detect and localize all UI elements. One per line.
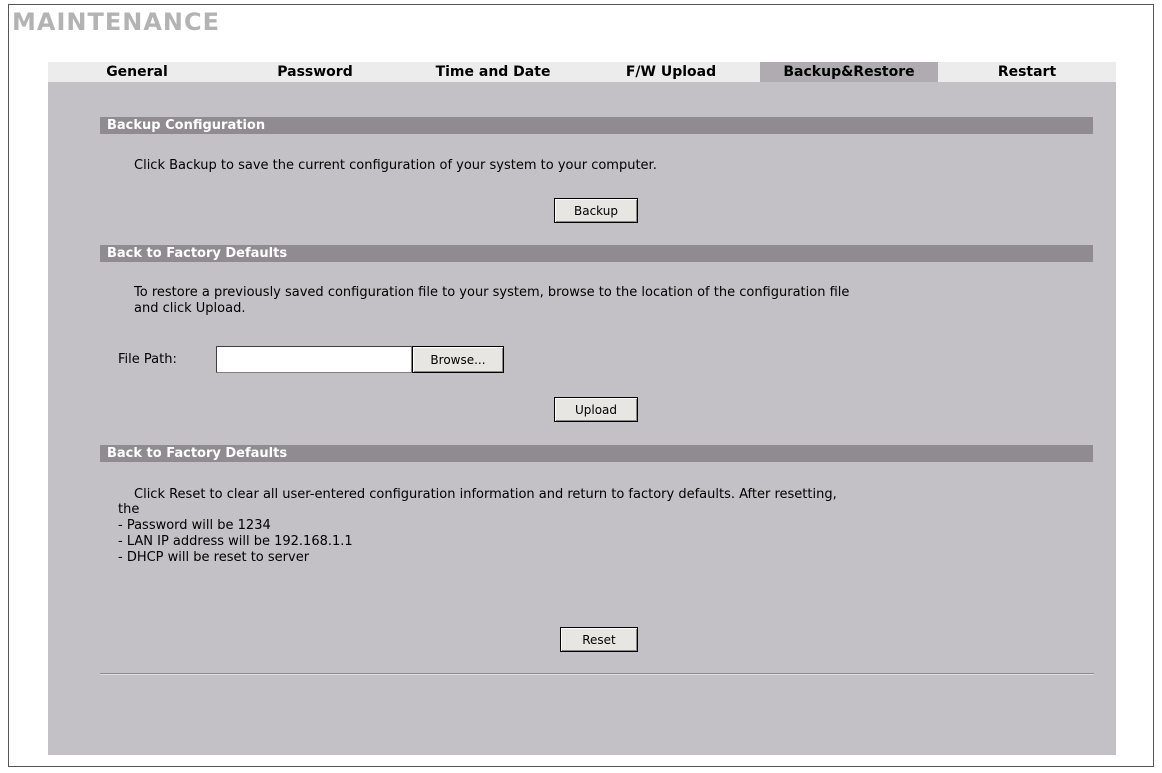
- backup-button[interactable]: Backup: [554, 198, 638, 223]
- reset-dhcp-note: - DHCP will be reset to server: [118, 550, 310, 565]
- backup-description: Click Backup to save the current configu…: [134, 158, 657, 173]
- backup-section-header: Backup Configuration: [100, 117, 1093, 134]
- file-path-input[interactable]: [216, 346, 412, 373]
- tab-restart[interactable]: Restart: [938, 62, 1116, 82]
- reset-lan-ip-note: - LAN IP address will be 192.168.1.1: [118, 534, 353, 549]
- file-path-label: File Path:: [118, 352, 177, 367]
- upload-button[interactable]: Upload: [554, 397, 638, 422]
- restore-description-line1: To restore a previously saved configurat…: [134, 285, 850, 300]
- reset-section-header: Back to Factory Defaults: [100, 445, 1093, 462]
- browse-button[interactable]: Browse...: [412, 346, 504, 373]
- bottom-divider: [100, 673, 1094, 675]
- reset-description-line1: Click Reset to clear all user-entered co…: [134, 487, 837, 502]
- reset-password-note: - Password will be 1234: [118, 518, 271, 533]
- tab-time-and-date[interactable]: Time and Date: [404, 62, 582, 82]
- tab-password[interactable]: Password: [226, 62, 404, 82]
- reset-description-line2: the: [118, 502, 140, 517]
- tab-bar: General Password Time and Date F/W Uploa…: [48, 62, 1116, 82]
- tab-backup-restore[interactable]: Backup&Restore: [760, 62, 938, 82]
- page-title: MAINTENANCE: [12, 8, 220, 36]
- tab-general[interactable]: General: [48, 62, 226, 82]
- tab-fw-upload[interactable]: F/W Upload: [582, 62, 760, 82]
- content-panel: Backup Configuration Click Backup to sav…: [48, 82, 1116, 755]
- restore-description-line2: and click Upload.: [134, 301, 246, 316]
- reset-button[interactable]: Reset: [560, 627, 638, 652]
- restore-section-header: Back to Factory Defaults: [100, 245, 1093, 262]
